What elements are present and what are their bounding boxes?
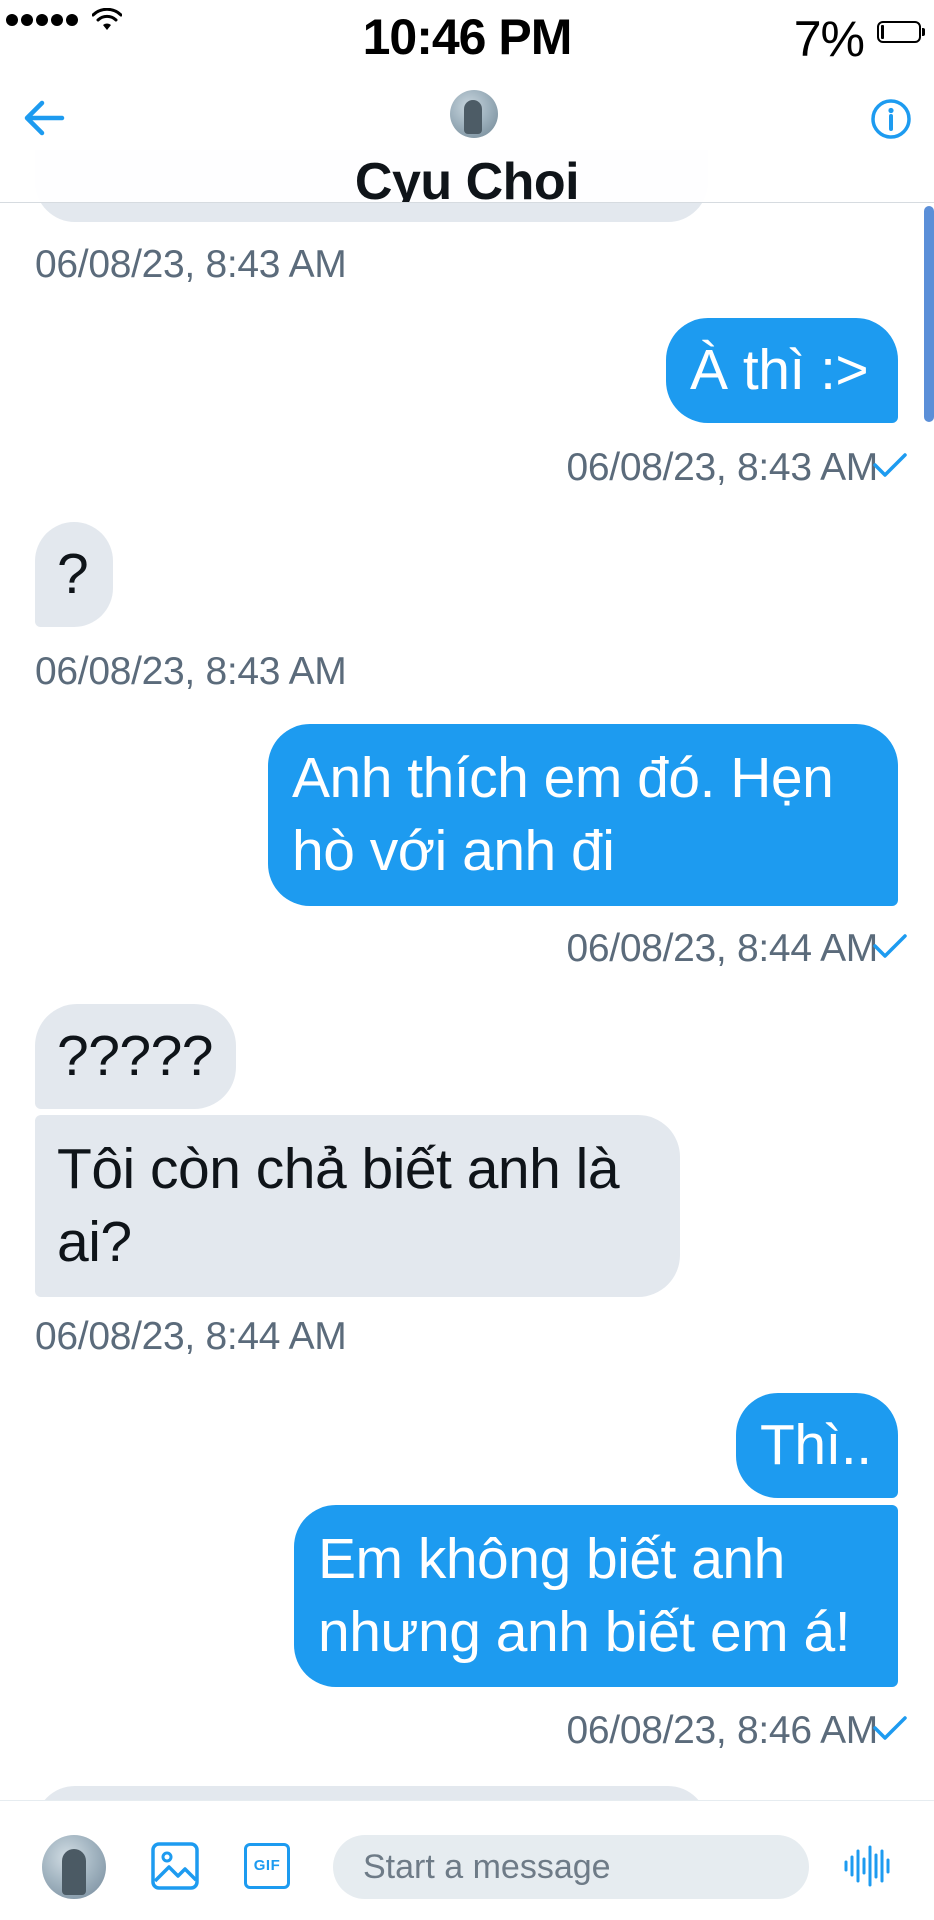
message-bubble-incoming[interactable]: Tôi còn chả biết anh là ai? xyxy=(35,1115,680,1297)
message-line: nhưng anh biết em á! xyxy=(318,1600,851,1664)
message-line: ai? xyxy=(57,1210,132,1274)
message-timestamp: 06/08/23, 8:46 AM xyxy=(566,1709,879,1752)
contact-avatar[interactable] xyxy=(450,90,498,138)
battery-icon xyxy=(877,21,925,43)
scrollbar[interactable] xyxy=(924,206,934,422)
dm-conversation-screen: 06/08/23, 8:43 AM À thì :> 06/08/23, 8:4… xyxy=(0,0,934,1920)
message-bubble-outgoing[interactable]: Anh thích em đó. Hẹn hò với anh đi xyxy=(268,724,898,906)
message-line: Anh thích em đó. Hẹn xyxy=(292,746,834,810)
sent-check-icon xyxy=(873,1716,907,1740)
message-timestamp: 06/08/23, 8:43 AM xyxy=(35,650,347,693)
arrow-left-icon[interactable] xyxy=(22,96,66,140)
message-timestamp: 06/08/23, 8:44 AM xyxy=(35,1315,347,1358)
message-bubble-outgoing[interactable]: À thì :> xyxy=(666,318,898,423)
status-bar: 10:46 PM 7% xyxy=(0,0,934,72)
info-icon[interactable] xyxy=(870,98,912,140)
message-timestamp: 06/08/23, 8:43 AM xyxy=(566,446,879,489)
voice-wave-icon[interactable] xyxy=(842,1845,894,1887)
conversation-header: Cyu Choi xyxy=(0,72,934,203)
image-icon[interactable] xyxy=(150,1841,200,1891)
message-line: Em không biết anh xyxy=(318,1527,785,1591)
message-bubble-incoming[interactable]: ? xyxy=(35,522,113,627)
avatar[interactable] xyxy=(42,1835,106,1899)
message-line: hò với anh đi xyxy=(292,819,615,883)
gif-icon[interactable]: GIF xyxy=(244,1843,290,1889)
message-timestamp: 06/08/23, 8:43 AM xyxy=(35,243,347,286)
message-bubble-incoming[interactable]: ????? xyxy=(35,1004,236,1109)
battery-percent: 7% xyxy=(793,11,865,67)
message-composer: GIF xyxy=(0,1800,934,1920)
message-timestamp: 06/08/23, 8:44 AM xyxy=(566,927,879,970)
sent-check-icon xyxy=(873,934,907,958)
message-bubble-outgoing[interactable]: Thì.. xyxy=(736,1393,898,1498)
message-line: Tôi còn chả biết anh là xyxy=(57,1137,620,1201)
message-list[interactable]: 06/08/23, 8:43 AM À thì :> 06/08/23, 8:4… xyxy=(0,0,934,1920)
gif-label: GIF xyxy=(253,1857,281,1874)
message-input[interactable] xyxy=(333,1835,809,1899)
message-bubble-outgoing[interactable]: Em không biết anh nhưng anh biết em á! xyxy=(294,1505,898,1687)
contact-name[interactable]: Cyu Choi xyxy=(0,152,934,202)
sent-check-icon xyxy=(873,453,907,477)
